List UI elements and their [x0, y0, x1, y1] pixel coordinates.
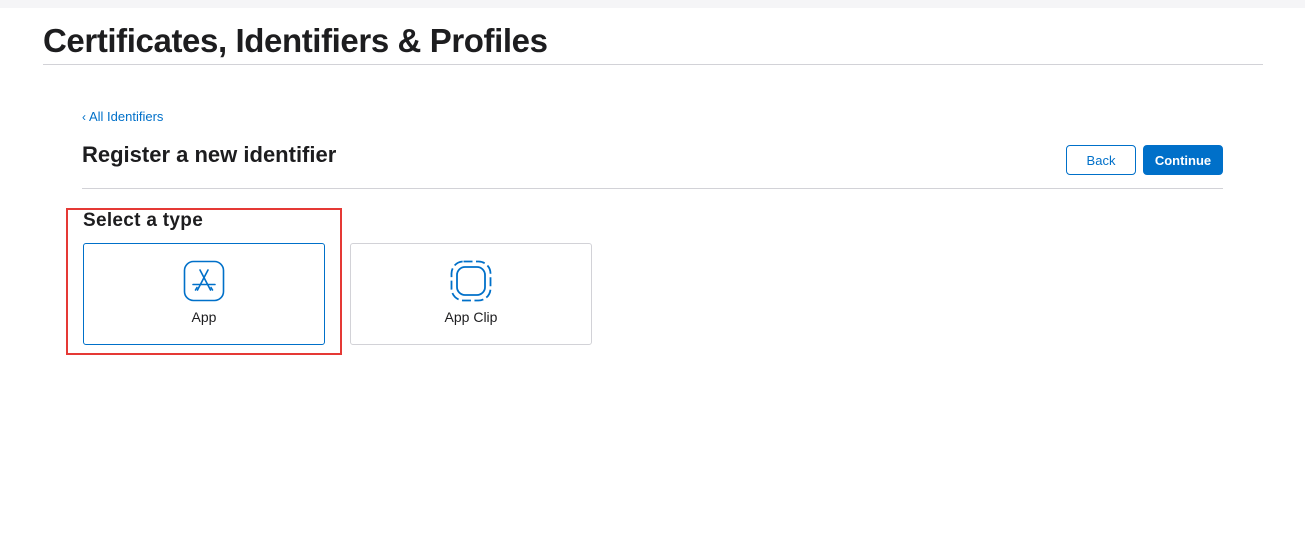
type-option-app[interactable]: App	[83, 243, 325, 345]
section-divider	[82, 188, 1223, 189]
continue-button[interactable]: Continue	[1143, 145, 1223, 175]
all-identifiers-label: All Identifiers	[89, 109, 164, 124]
form-title: Register a new identifier	[82, 142, 337, 167]
app-store-icon	[183, 260, 225, 302]
chevron-left-icon: ‹	[82, 110, 86, 124]
app-clip-icon	[450, 260, 492, 302]
title-divider	[43, 64, 1263, 65]
back-button[interactable]: Back	[1066, 145, 1136, 175]
type-option-app-clip[interactable]: App Clip	[350, 243, 592, 345]
type-option-app-clip-label: App Clip	[444, 309, 498, 325]
top-strip	[0, 0, 1305, 8]
type-option-app-label: App	[191, 309, 217, 325]
select-type-heading: Select a type	[83, 210, 204, 231]
page-title: Certificates, Identifiers & Profiles	[43, 22, 548, 59]
all-identifiers-link[interactable]: ‹ All Identifiers	[82, 109, 163, 124]
